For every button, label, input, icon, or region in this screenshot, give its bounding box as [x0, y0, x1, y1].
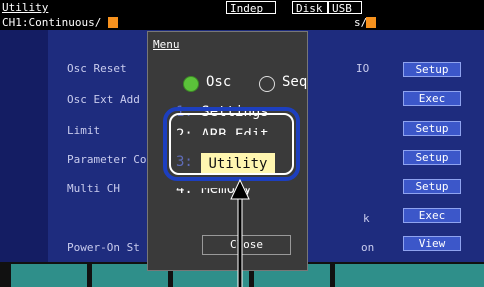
screen: Utility Indep Disk USB CH1:Continuous/ s… — [0, 0, 484, 287]
callout-arrow-icon — [230, 178, 250, 287]
